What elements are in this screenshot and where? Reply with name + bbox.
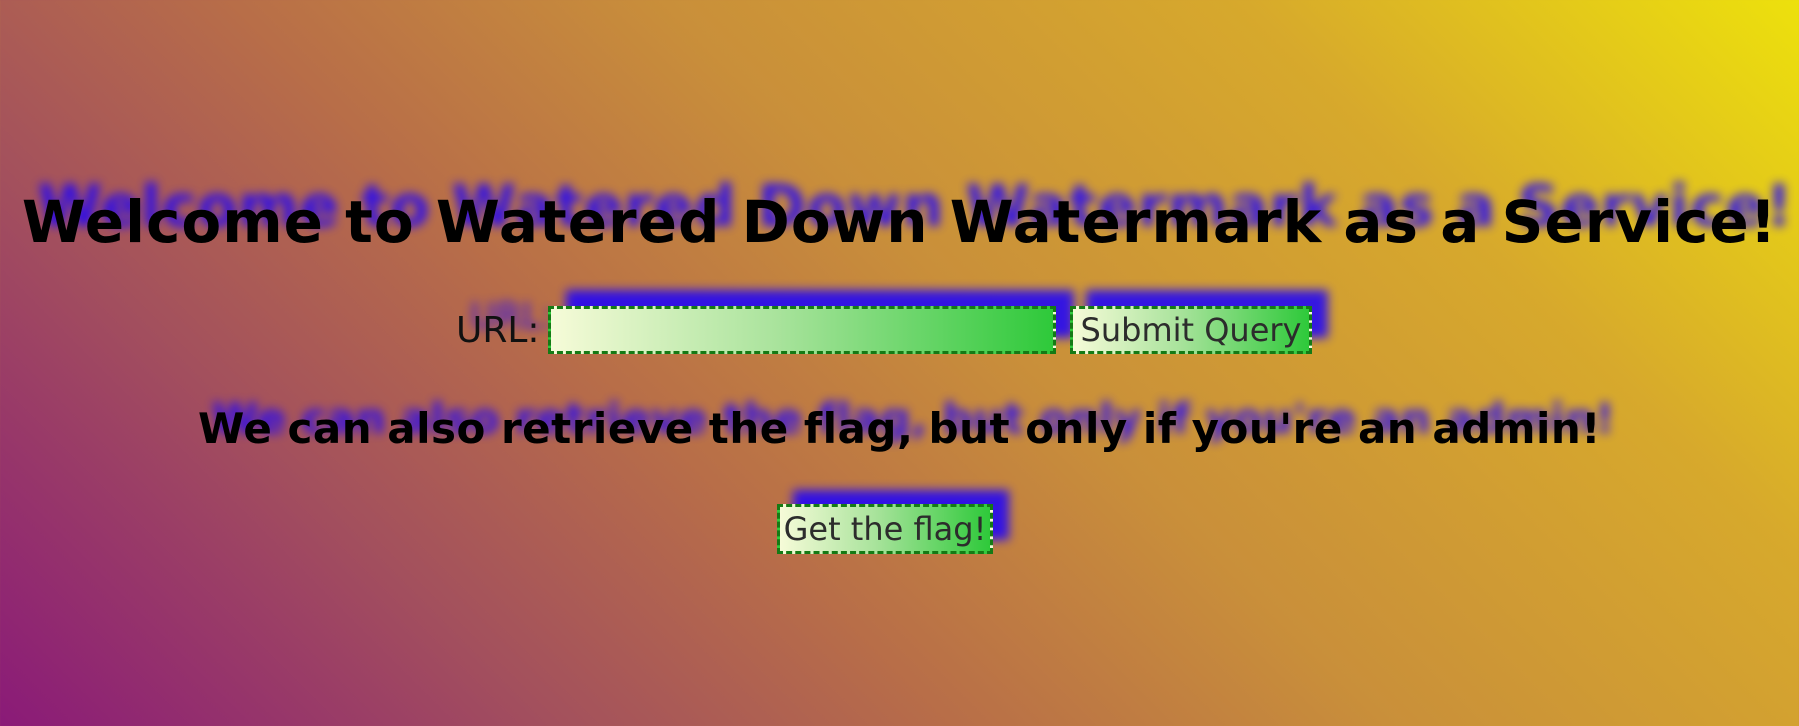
page-title: Welcome to Watered Down Watermark as a S… <box>21 188 1778 256</box>
main-content: Welcome to Watered Down Watermark as a S… <box>0 0 1799 726</box>
url-label: URL: <box>456 310 540 351</box>
url-input[interactable] <box>548 306 1056 354</box>
submit-query-button[interactable]: Submit Query <box>1070 306 1312 354</box>
get-flag-button[interactable]: Get the flag! <box>777 504 993 554</box>
admin-flag-notice: We can also retrieve the flag, but only … <box>198 404 1601 453</box>
